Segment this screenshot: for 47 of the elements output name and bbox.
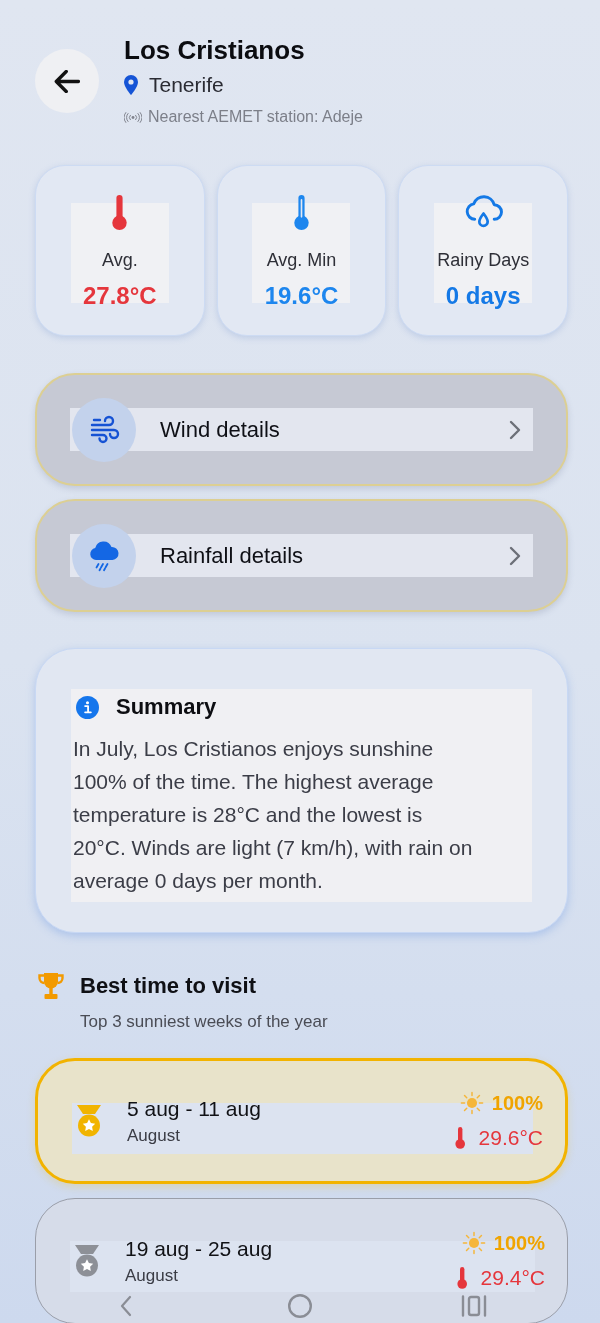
trophy-icon <box>37 972 65 1000</box>
section-title: Best time to visit <box>80 972 257 1000</box>
summary-title: Summary <box>116 693 217 721</box>
stat-label: Rainy Days <box>437 249 530 271</box>
thermometer-icon <box>294 194 309 230</box>
location-pin-icon <box>124 75 138 95</box>
recent-apps-button[interactable] <box>461 1294 487 1318</box>
stat-value: 19.6°C <box>264 282 339 310</box>
recent-apps-icon <box>461 1295 487 1317</box>
week-range: 5 aug - 11 aug <box>127 1095 261 1122</box>
stat-label: Avg. <box>101 249 138 271</box>
medal-icon <box>76 1105 102 1137</box>
chevron-left-icon <box>120 1295 132 1317</box>
summary-text: In July, Los Cristianos enjoys sunshine 100% of the time. The highest average temperature is 28°C and the lowest is 20°C. Winds are light (7 km/h), with rain on average 0 days per month. <box>73 736 474 894</box>
back-arrow-icon <box>54 69 80 93</box>
nav-back-button[interactable] <box>120 1294 132 1318</box>
stat-label: Avg. Min <box>266 249 337 271</box>
sunshine-percent: 100% <box>493 1231 545 1255</box>
stat-value: 0 days <box>445 282 521 310</box>
chevron-right-icon <box>509 419 521 440</box>
cloud-rain-icon <box>463 194 503 230</box>
info-icon <box>76 695 99 719</box>
home-button[interactable] <box>288 1294 312 1318</box>
chevron-right-icon <box>509 545 521 566</box>
thermometer-icon <box>454 1127 465 1149</box>
region-name: Tenerife <box>149 72 224 98</box>
max-temperature: 29.4°C <box>480 1265 545 1291</box>
sun-icon <box>459 1091 484 1115</box>
home-circle-icon <box>288 1294 312 1318</box>
max-temperature: 29.6°C <box>478 1125 543 1151</box>
thermometer-icon <box>112 194 128 230</box>
stat-value: 27.8°C <box>83 282 157 310</box>
cloud-rain-icon <box>72 523 136 588</box>
medal-icon <box>74 1245 100 1277</box>
details-button[interactable]: Rainfall details <box>35 499 568 612</box>
sun-icon <box>461 1231 486 1255</box>
week-month: August <box>127 1124 181 1147</box>
week-range: 19 aug - 25 aug <box>125 1235 273 1262</box>
sunshine-percent: 100% <box>491 1091 543 1115</box>
thermometer-icon <box>456 1267 467 1289</box>
signal-waves-icon <box>124 111 142 123</box>
place-title: Los Cristianos <box>124 34 306 66</box>
week-month: August <box>125 1264 179 1287</box>
wind-icon <box>72 397 136 462</box>
station-text: Nearest AEMET station: Adeje <box>148 107 363 127</box>
section-subtitle: Top 3 sunniest weeks of the year <box>80 1011 328 1033</box>
details-button[interactable]: Wind details <box>35 373 568 486</box>
